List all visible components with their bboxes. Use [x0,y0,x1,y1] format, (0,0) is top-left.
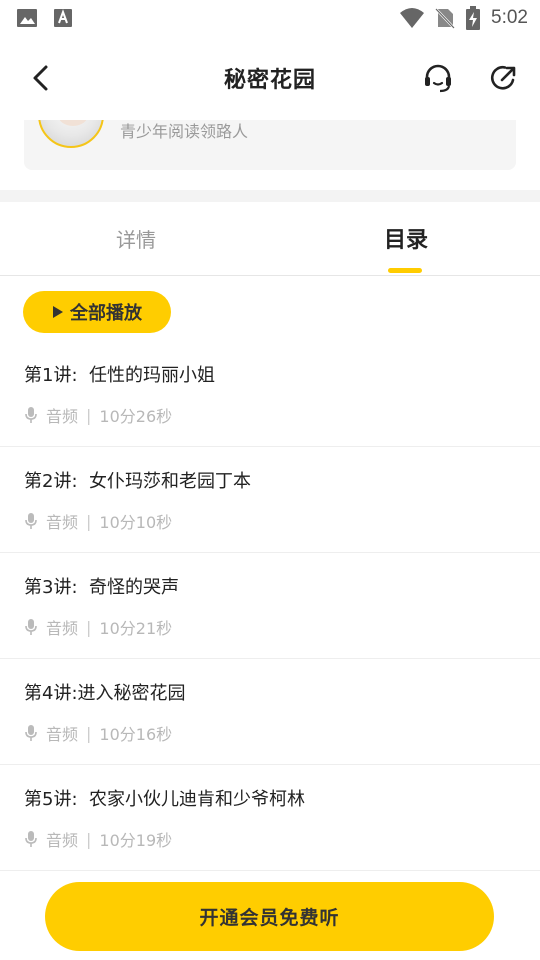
play-all-button[interactable]: 全部播放 [23,291,171,333]
episode-duration: 10分26秒 [99,407,173,426]
play-all-label: 全部播放 [70,303,142,324]
author-card[interactable]: 青少年阅读领路人 [24,120,516,170]
episode-duration: 10分10秒 [99,513,173,532]
episode-title: 第2讲: 女仆玛莎和老园丁本 [24,471,251,492]
episode-title: 第3讲: 奇怪的哭声 [24,577,179,598]
customer-service-button[interactable] [420,60,456,96]
episode-list: 第1讲: 任性的玛丽小姐 音频 | 10分26秒 第2讲: 女仆玛莎和老园丁本 … [0,341,540,871]
bottom-cta-bar: 开通会员免费听 [0,872,540,960]
status-time: 5:02 [491,7,528,28]
microphone-icon [25,725,37,741]
list-item[interactable]: 第2讲: 女仆玛莎和老园丁本 音频 | 10分10秒 [0,447,540,553]
text-a-icon [54,9,72,27]
section-divider [0,190,540,202]
no-sim-icon [435,8,455,29]
episode-meta: 音频 | 10分16秒 [24,721,172,745]
episode-duration: 10分19秒 [99,831,173,850]
meta-separator: | [86,511,92,531]
meta-separator: | [86,405,92,425]
tab-bar: 详情 目录 [0,202,540,276]
episode-duration: 10分21秒 [99,619,173,638]
page-title: 秘密花园 [223,68,316,93]
list-item[interactable]: 第4讲:进入秘密花园 音频 | 10分16秒 [0,659,540,765]
author-description: 青少年阅读领路人 [120,122,249,141]
episode-duration: 10分16秒 [99,725,173,744]
episode-meta: 音频 | 10分21秒 [24,615,172,639]
microphone-icon [25,619,37,635]
battery-charging-icon [466,6,481,30]
status-bar: 5:02 [0,0,540,36]
episode-type: 音频 [46,725,79,744]
tab-catalog[interactable]: 目录 [384,222,428,254]
open-membership-button[interactable]: 开通会员免费听 [45,882,494,951]
episode-type: 音频 [46,619,79,638]
cta-label: 开通会员免费听 [199,907,340,929]
microphone-icon [25,407,37,423]
status-right-icons: 5:02 [399,6,528,30]
episode-type: 音频 [46,831,79,850]
microphone-icon [25,831,37,847]
meta-separator: | [86,723,92,743]
status-left-icons [16,8,74,28]
author-avatar [38,120,104,148]
wifi-icon [400,8,425,28]
microphone-icon [25,513,37,529]
list-item[interactable]: 第5讲: 农家小伙儿迪肯和少爷柯林 音频 | 10分19秒 [0,765,540,871]
active-tab-indicator [388,268,422,273]
episode-meta: 音频 | 10分10秒 [24,509,172,533]
share-icon [490,65,516,90]
share-button[interactable] [486,60,522,96]
episode-type: 音频 [46,513,79,532]
list-item[interactable]: 第3讲: 奇怪的哭声 音频 | 10分21秒 [0,553,540,659]
episode-meta: 音频 | 10分19秒 [24,827,172,851]
episode-title: 第1讲: 任性的玛丽小姐 [24,365,215,386]
header: 秘密花园 [0,36,540,120]
meta-separator: | [86,617,92,637]
play-icon [53,306,63,318]
meta-separator: | [86,829,92,849]
episode-meta: 音频 | 10分26秒 [24,403,172,427]
episode-type: 音频 [46,407,79,426]
episode-title: 第5讲: 农家小伙儿迪肯和少爷柯林 [24,789,305,810]
tab-detail[interactable]: 详情 [116,224,156,253]
image-icon [17,9,37,27]
episode-title: 第4讲:进入秘密花园 [24,683,186,704]
headset-icon [425,64,451,93]
list-item[interactable]: 第1讲: 任性的玛丽小姐 音频 | 10分26秒 [0,341,540,447]
